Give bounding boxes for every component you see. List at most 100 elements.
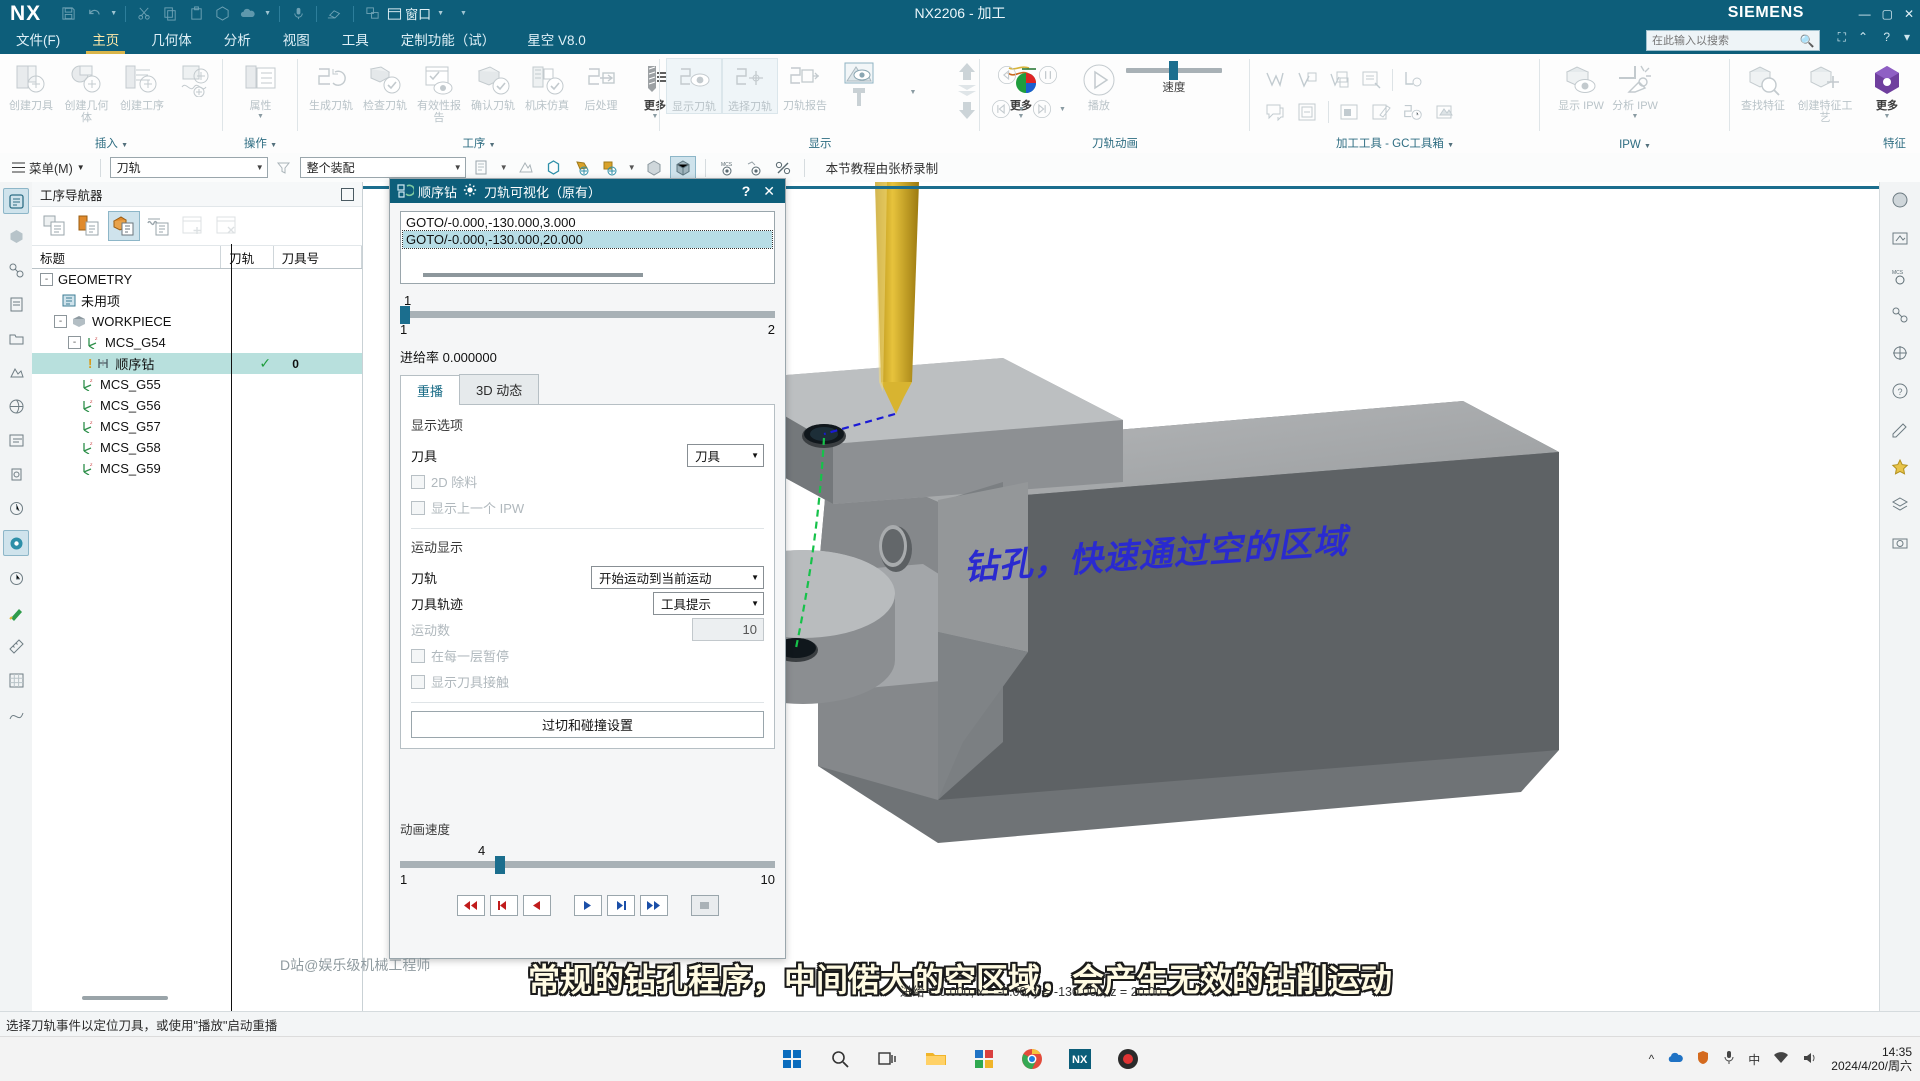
onedrive-icon[interactable] xyxy=(1667,1051,1684,1068)
forward-to-end-icon[interactable] xyxy=(639,895,668,916)
ribbon-button-create-tool[interactable]: 创建刀具 xyxy=(4,58,58,112)
gc-tool-6-icon[interactable] xyxy=(1264,101,1286,123)
ime-cn-icon[interactable]: 中 xyxy=(1748,1051,1760,1068)
taskbar-clock[interactable]: 14:35 2024/4/20/周六 xyxy=(1831,1045,1912,1073)
geometry-view-icon[interactable] xyxy=(108,211,140,241)
ribbon-button-machine-simulation[interactable]: 机床仿真 xyxy=(520,58,574,112)
tab-tools[interactable]: 工具 xyxy=(326,26,385,54)
rewind-caret[interactable]: ▼ xyxy=(1018,106,1025,114)
minimize-button[interactable]: — xyxy=(1859,7,1871,21)
pause-each-layer-row[interactable]: 在每一层暂停 xyxy=(411,642,764,668)
search-icon[interactable] xyxy=(825,1044,855,1074)
microphone-icon[interactable] xyxy=(1723,1050,1735,1068)
gc-tool-9-icon[interactable] xyxy=(1370,101,1392,123)
gc-tool-1-icon[interactable] xyxy=(1264,69,1286,91)
column-header-toolpath[interactable]: 刀轨 xyxy=(221,246,274,268)
stop-icon[interactable] xyxy=(690,895,719,916)
rail-process-studio-icon[interactable] xyxy=(4,462,28,486)
nx-icon[interactable]: NX xyxy=(1065,1044,1095,1074)
rail-cam-icon[interactable] xyxy=(3,530,29,556)
group-dialog-caret[interactable]: ▼ xyxy=(1447,142,1454,149)
ribbon-button-analyze-ipw[interactable]: 分析 IPW ▼ xyxy=(1608,58,1662,121)
ribbon-button-generate-toolpath[interactable]: 生成刀轨 xyxy=(304,58,358,112)
tab-replay[interactable]: 重播 xyxy=(400,375,461,405)
play-back-icon[interactable] xyxy=(522,895,551,916)
polygon-icon[interactable] xyxy=(542,157,566,179)
ribbon-options-icon[interactable]: ▾ xyxy=(1904,30,1910,44)
rail-assembly-navigator-icon[interactable] xyxy=(4,224,28,248)
file-explorer-icon[interactable] xyxy=(921,1044,951,1074)
checkbox-2d-removal-row[interactable]: 2D 除料 xyxy=(411,468,764,494)
dialog-titlebar[interactable]: 顺序钻 刀轨可视化（原有） ? ✕ xyxy=(390,179,785,203)
ribbon-button-select-toolpath[interactable]: 选择刀轨 xyxy=(722,58,778,114)
pause-icon[interactable] xyxy=(1037,64,1059,86)
table-row[interactable]: ! 顺序钻 ✓ 0 xyxy=(32,353,362,374)
gc-tool-4-icon[interactable] xyxy=(1360,69,1382,91)
step-back-icon[interactable] xyxy=(489,895,518,916)
mcs-display-icon[interactable]: MCS xyxy=(1887,264,1913,290)
tab-file[interactable]: 文件(F) xyxy=(0,26,76,54)
list-item[interactable]: GOTO/-0.000,-130.000,20.000 xyxy=(402,230,773,249)
gc-tool-2-icon[interactable] xyxy=(1296,69,1318,91)
ribbon-button-find-feature[interactable]: 查找特征 xyxy=(1736,58,1790,112)
anim-speed-track[interactable] xyxy=(400,856,775,874)
rewind-to-start-icon[interactable] xyxy=(456,895,485,916)
task-view-icon[interactable] xyxy=(873,1044,903,1074)
group-dialog-caret[interactable]: ▼ xyxy=(489,142,496,149)
forward-caret[interactable]: ▼ xyxy=(1059,106,1066,114)
add-object-icon[interactable] xyxy=(178,212,208,240)
table-row[interactable]: - GEOMETRY xyxy=(32,269,362,290)
search-box[interactable]: 🔍 xyxy=(1646,30,1820,51)
ribbon-button-display-tool[interactable] xyxy=(832,58,886,108)
gc-tool-5-icon[interactable] xyxy=(1392,69,1424,91)
tab-3d-dynamic[interactable]: 3D 动态 xyxy=(459,374,540,404)
ribbon-button-create-operation[interactable]: 创建工序 xyxy=(115,58,169,112)
gc-tool-11-icon[interactable] xyxy=(1434,101,1456,123)
speed-slider[interactable]: 速度 xyxy=(1125,58,1222,95)
step-forward-icon[interactable] xyxy=(606,895,635,916)
program-order-view-icon[interactable] xyxy=(40,212,70,240)
anim-speed-thumb[interactable] xyxy=(495,856,505,874)
column-header-toolnumber[interactable]: 刀具号 xyxy=(274,246,362,268)
goto-list-hscrollbar[interactable] xyxy=(423,273,643,277)
mcs-icon[interactable]: MCS xyxy=(715,157,739,179)
rail-clock-icon[interactable] xyxy=(4,566,28,590)
constraints-icon[interactable] xyxy=(1887,302,1913,328)
edit-pencil-icon[interactable] xyxy=(1887,416,1913,442)
face-icon[interactable] xyxy=(570,157,594,179)
table-row[interactable]: 未用项 xyxy=(32,290,362,311)
ribbon-button-properties[interactable]: 属性 ▼ xyxy=(234,58,288,121)
rail-hd3d-icon[interactable] xyxy=(4,360,28,384)
group-dialog-caret[interactable]: ▼ xyxy=(1644,143,1651,150)
help-icon[interactable]: ? xyxy=(1883,30,1890,44)
rail-measure-icon[interactable] xyxy=(4,634,28,658)
ribbon-button-validity-report[interactable]: 有效性报告 xyxy=(412,58,466,124)
ribbon-button-show-ipw[interactable]: 显示 IPW xyxy=(1554,58,1608,112)
table-row[interactable]: Z MCS_G58 xyxy=(32,437,362,458)
fullscreen-icon[interactable]: ⛶ xyxy=(1838,30,1846,45)
view-type-select[interactable]: 刀轨 ▼ xyxy=(109,157,268,178)
ribbon-button-toolpath-report[interactable]: 刀轨报告 xyxy=(778,58,832,112)
ribbon-button-show-toolpath[interactable]: 显示刀轨 xyxy=(666,58,722,114)
table-row[interactable]: Z MCS_G56 xyxy=(32,395,362,416)
chevron-down-icon[interactable]: ▼ xyxy=(1632,113,1639,121)
ribbon-button-more-feature[interactable]: 更多 ▼ xyxy=(1860,58,1914,121)
checkbox-prev-ipw-row[interactable]: 显示上一个 IPW xyxy=(411,494,764,520)
rail-constraint-navigator-icon[interactable] xyxy=(4,258,28,282)
tab-analysis[interactable]: 分析 xyxy=(208,26,267,54)
step-back-icon[interactable] xyxy=(996,64,1018,86)
shade-icon[interactable] xyxy=(642,157,666,179)
play-forward-icon[interactable] xyxy=(573,895,602,916)
network-icon[interactable] xyxy=(1773,1051,1789,1068)
rail-history-icon[interactable] xyxy=(4,428,28,452)
gc-tool-8-icon[interactable] xyxy=(1328,101,1360,123)
zoom-window-icon[interactable] xyxy=(1887,226,1913,252)
rail-operation-navigator-icon[interactable] xyxy=(3,188,29,214)
chevron-down-icon[interactable]: ▼ xyxy=(652,113,659,121)
toolpath-mode-select[interactable]: 开始运动到当前运动 ▼ xyxy=(591,565,764,589)
speed-slider-track[interactable] xyxy=(1125,61,1222,80)
volume-icon[interactable] xyxy=(1802,1051,1818,1068)
maximize-button[interactable]: ▢ xyxy=(1882,7,1893,21)
point-caret[interactable]: ▼ xyxy=(626,157,638,179)
snap-icon[interactable] xyxy=(514,157,538,179)
